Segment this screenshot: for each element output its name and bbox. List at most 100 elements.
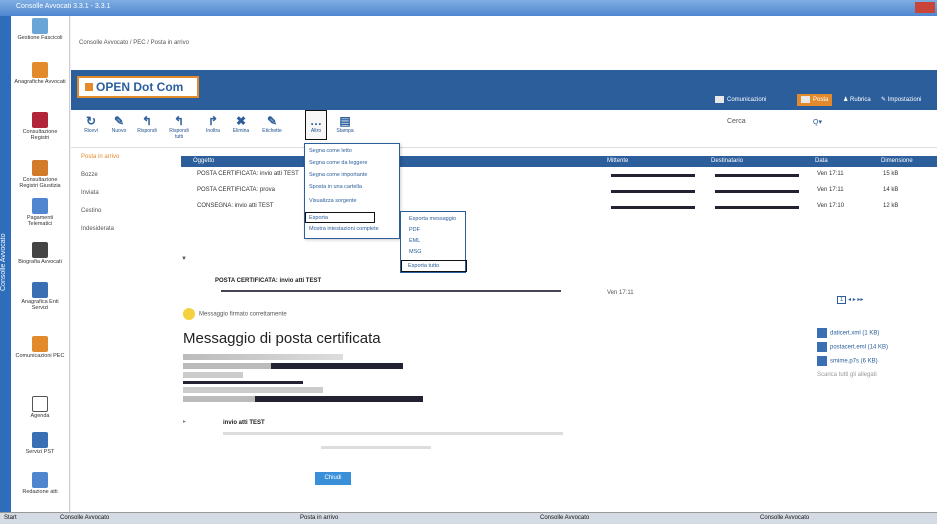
table-row[interactable]: POSTA CERTIFICATA: invio atti TEST Ven 1… [181, 168, 937, 182]
redacted-recipient [715, 206, 799, 209]
sidebar-item-label: Agenda [30, 413, 50, 419]
menu-item-view-source[interactable]: Visualizza sorgente [309, 198, 357, 204]
search-input[interactable]: Cerca [727, 118, 746, 125]
taskbar-item[interactable]: Consolle Avvocato [760, 515, 809, 521]
row-subject: POSTA CERTIFICATA: prova [197, 187, 275, 193]
table-row[interactable]: CONSEGNA: invio atti TEST Ven 17:10 12 k… [181, 200, 937, 214]
close-preview-button[interactable]: Chiudi [315, 472, 351, 485]
search-filter-dropdown[interactable]: Q▾ [813, 118, 822, 126]
attachment-label: postacert.eml (14 KB) [830, 344, 889, 351]
new-message-button[interactable]: ✎ Nuovo [107, 114, 131, 134]
sidebar-item-pec[interactable]: Comunicazioni PEC [14, 336, 66, 359]
sidebar-item-gestione-fascicoli[interactable]: Gestione Fascicoli [14, 18, 66, 41]
submenu-item-msg[interactable]: MSG [409, 249, 422, 255]
taskbar-item[interactable]: Consolle Avvocato [540, 515, 589, 521]
folder-drafts[interactable]: Bozze [81, 172, 119, 178]
forward-button[interactable]: ↱ Inoltra [201, 114, 225, 134]
folder-trash[interactable]: Cestino [81, 208, 119, 214]
delete-icon: ✖ [235, 114, 247, 128]
sidebar-item-agenda[interactable]: Agenda [14, 396, 66, 419]
forward-icon: ↱ [207, 114, 219, 128]
collapse-icon[interactable]: ▼ [181, 256, 187, 262]
section-line [321, 446, 431, 449]
message-list-header: Oggetto Mittente Destinatario Data Dimen… [181, 156, 937, 167]
column-subject[interactable]: Oggetto [193, 158, 214, 164]
pager[interactable]: 1 ◂ ▸ ▸▸ [837, 296, 863, 304]
folder-list: Posta in arrivo Bozze Inviata Cestino In… [81, 154, 119, 244]
menu-item-export[interactable]: Esporta [305, 212, 375, 223]
print-icon: ▤ [339, 114, 351, 128]
submenu-item-eml[interactable]: EML [409, 238, 420, 244]
submenu-item-label: Esporta tutto [408, 263, 440, 269]
redacted-sender [611, 206, 695, 209]
sidebar-item-anagrafiche[interactable]: Anagrafiche Avvocati [14, 62, 66, 85]
body-line [183, 396, 423, 402]
topnav-label: Impostazioni [887, 97, 922, 103]
redacted-sender [611, 174, 695, 177]
folder-icon [32, 18, 48, 34]
receive-button[interactable]: ↻ Ricevi [79, 114, 103, 134]
reply-button[interactable]: ↰ Rispondi [135, 114, 159, 134]
column-date[interactable]: Data [815, 158, 828, 164]
network-icon [32, 432, 48, 448]
topnav-impostazioni[interactable]: ✎ Impostazioni [881, 96, 921, 108]
page-number[interactable]: 1 [837, 296, 847, 304]
table-row[interactable]: POSTA CERTIFICATA: prova Ven 17:11 14 kB [181, 184, 937, 198]
start-button[interactable]: Start [4, 515, 17, 521]
payment-icon [32, 198, 48, 214]
folder-spam[interactable]: Indesiderata [81, 226, 119, 232]
book-icon [32, 160, 48, 176]
column-size[interactable]: Dimensione [881, 158, 913, 164]
attachment-daticert[interactable]: daticert.xml (1 KB) [817, 328, 879, 338]
submenu-item-pdf[interactable]: PDF [409, 227, 420, 233]
folder-inbox[interactable]: Posta in arrivo [81, 154, 119, 160]
section-title: invio atti TEST [223, 420, 265, 426]
column-sender[interactable]: Mittente [607, 158, 628, 164]
more-button-inner[interactable]: … Altro [304, 114, 328, 134]
sidebar-item-registri[interactable]: Consultazione Registri [14, 112, 66, 141]
submenu-item-export-all[interactable]: Esporta tutto [401, 260, 467, 272]
folder-sent[interactable]: Inviata [81, 190, 119, 196]
main-area: Consolle Avvocato / PEC / Posta in arriv… [71, 16, 937, 512]
column-recipient[interactable]: Destinatario [711, 158, 743, 164]
menu-item-mark-important[interactable]: Segna come importante [309, 172, 367, 178]
topnav-comunicazioni[interactable]: Comunicazioni [715, 96, 766, 108]
taskbar-item[interactable]: Posta in arrivo [300, 515, 338, 521]
menu-item-mark-unread[interactable]: Segna come da leggere [309, 160, 367, 166]
topnav-rubrica[interactable]: ♟ Rubrica [843, 96, 871, 108]
toolbar-label: Stampa [336, 128, 354, 134]
sidebar: Consolle Avvocato Gestione Fascicoli Ana… [0, 16, 70, 512]
toolbar-label: Elimina [232, 128, 250, 134]
sidebar-item-servizi-pst[interactable]: Servizi PST [14, 432, 66, 455]
menu-item-full-headers[interactable]: Mostra intestazioni complete [309, 226, 379, 232]
attachment-label: daticert.xml (1 KB) [830, 330, 880, 337]
sidebar-item-enti-servizi[interactable]: Anagrafica Enti Servizi [14, 282, 66, 311]
topnav-label: Rubrica [850, 97, 871, 103]
attachment-postacert[interactable]: postacert.eml (14 KB) [817, 342, 888, 352]
print-button[interactable]: ▤ Stampa [333, 114, 357, 134]
sidebar-item-pagamenti[interactable]: Pagamenti Telematici [14, 198, 66, 227]
labels-button[interactable]: ✎ Etichette [257, 114, 287, 134]
menu-item-mark-read[interactable]: Segna come letto [309, 148, 352, 154]
brand-logo: OPEN Dot Com [77, 76, 199, 98]
more-button[interactable]: … Altro [305, 110, 327, 140]
window-titlebar: Consolle Avvocati 3.3.1 - 3.3.1 [0, 0, 937, 16]
warning-icon [183, 308, 195, 320]
sidebar-item-biografia[interactable]: Biografia Avvocati [14, 242, 66, 265]
attachment-smime[interactable]: smime.p7s (6 KB) [817, 356, 878, 366]
redacted-sender [611, 190, 695, 193]
menu-item-move[interactable]: Sposta in una cartella [309, 184, 362, 190]
close-window-button[interactable] [915, 2, 935, 13]
monitor-icon [715, 96, 724, 103]
sidebar-item-redazione-atti[interactable]: Redazione atti [14, 472, 66, 495]
sidebar-item-registri-giustizia[interactable]: Consultazione Registri Giustizia [14, 160, 66, 189]
topnav-posta[interactable]: Posta [797, 94, 833, 106]
topnav-label: Posta [813, 97, 829, 104]
sidebar-item-label: Consultazione Registri [22, 129, 58, 141]
taskbar-item[interactable]: Consolle Avvocato [60, 515, 109, 521]
delete-button[interactable]: ✖ Elimina [229, 114, 253, 134]
download-all-link[interactable]: Scarica tutti gli allegati [817, 372, 877, 378]
reply-all-button[interactable]: ↰ Rispondi tutti [167, 114, 191, 140]
row-subject: CONSEGNA: invio atti TEST [197, 203, 274, 209]
submenu-item-export-message[interactable]: Esporta messaggio [409, 216, 456, 222]
